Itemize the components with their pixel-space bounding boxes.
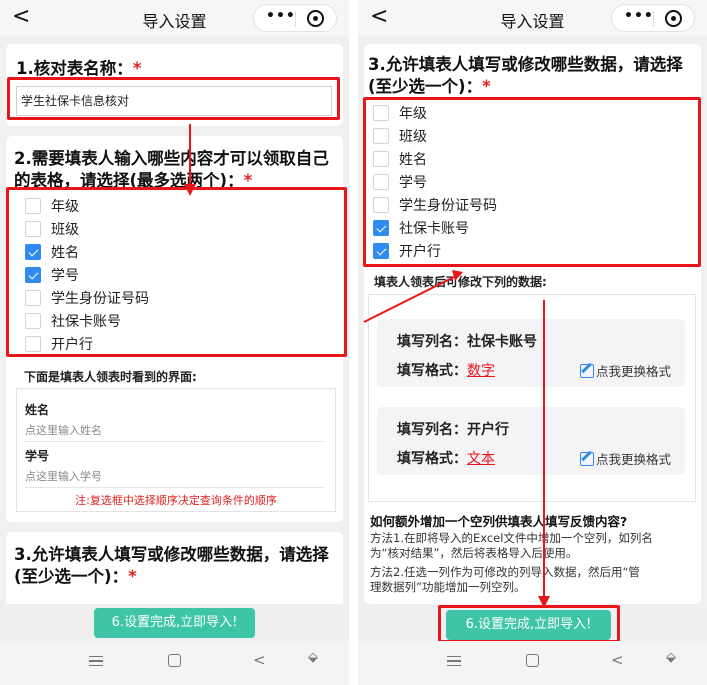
change-format-button[interactable]: 点我更换格式 [579, 449, 671, 468]
column-name: 社保卡账号 [467, 334, 537, 350]
nav-back-icon[interactable]: < [611, 652, 624, 668]
highlight-box-q3 [363, 97, 701, 267]
q2-title-line1: 2.需要填表人输入哪些内容才可以领取自己 [14, 149, 329, 168]
change-format-label: 点我更换格式 [595, 364, 671, 379]
mini-program-capsule: ••• [611, 4, 695, 32]
q1-title-text: 1.核对表名称： [16, 59, 133, 78]
help-method1-line1: 方法1.在即将导入的Excel文件中增加一个空列，如列名 [370, 531, 653, 545]
required-mark: * [128, 567, 137, 586]
q2-title: 2.需要填表人输入哪些内容才可以领取自己 的表格，请选择(最多选两个)：* [14, 148, 344, 192]
menu-icon[interactable] [447, 656, 461, 666]
q3-title-line2: (至少选一个)： [368, 77, 483, 96]
capsule-divider [653, 11, 654, 27]
top-bar: < 导入设置 ••• [0, 0, 349, 36]
preview-heading: 下面是填表人领表时看到的界面: [24, 370, 197, 384]
home-icon[interactable] [168, 654, 181, 667]
close-icon[interactable] [665, 10, 682, 27]
submit-import-button[interactable]: 6.设置完成,立即导入! [94, 608, 255, 638]
editable-heading: 填表人领表后可修改下列的数据: [374, 275, 547, 289]
bottom-action-bar: 6.设置完成,立即导入! [0, 604, 349, 641]
change-format-label: 点我更换格式 [595, 452, 671, 467]
more-icon[interactable]: ••• [266, 8, 296, 24]
q3-title-line2: (至少选一个)： [14, 567, 129, 586]
edit-icon [579, 452, 594, 466]
column-name-label: 填写列名： [397, 422, 467, 438]
help-method1-line2: 为“核对结果”，然后将表格导入后使用。 [370, 546, 578, 560]
column-name-label: 填写列名： [397, 334, 467, 350]
highlight-box-q1 [7, 77, 340, 120]
column-name-row: 填写列名：开户行 [397, 419, 509, 439]
column-card-bank: 填写列名：开户行 填写格式：文本 点我更换格式 [377, 407, 685, 475]
editable-columns-box: 填写列名：社保卡账号 填写格式：数字 点我更换格式 填写列名：开户行 填写格式：… [368, 294, 696, 502]
q3-card: 3.允许填表人填写或修改哪些数据，请选择 (至少选一个)：* 年级 [6, 532, 343, 612]
left-screen: < 导入设置 ••• 1.核对表名称：* 学生社保卡信息核对 2.需要填表人输入… [0, 0, 349, 685]
preview-box: 姓名 点这里输入姓名 学号 点这里输入学号 注:复选框中选择顺序决定查询条件的顺… [16, 388, 336, 512]
highlight-box-q2 [6, 187, 347, 357]
capsule-divider [295, 11, 296, 27]
column-card-social-card: 填写列名：社保卡账号 填写格式：数字 点我更换格式 [377, 319, 685, 387]
required-mark: * [482, 77, 491, 96]
column-name-row: 填写列名：社保卡账号 [397, 331, 537, 351]
mini-program-capsule: ••• [253, 4, 337, 32]
column-format-row: 填写格式：数字 [397, 360, 495, 380]
right-screen: < 导入设置 ••• 3.允许填表人填写或修改哪些数据，请选择 (至少选一个)：… [358, 0, 707, 685]
q3-title-line1: 3.允许填表人填写或修改哪些数据，请选择 [368, 55, 683, 74]
system-nav-bar: < ⬙ [0, 641, 349, 685]
edit-icon [579, 364, 594, 378]
column-format-label: 填写格式： [397, 363, 467, 379]
required-mark: * [132, 59, 142, 78]
close-icon[interactable] [307, 10, 324, 27]
help-method2-line1: 方法2.任选一列作为可修改的列导入数据，然后用“管 [370, 565, 640, 579]
preview-id-input[interactable]: 点这里输入学号 [25, 468, 325, 488]
hide-keyboard-icon[interactable]: ⬙ [308, 651, 318, 665]
top-bar: < 导入设置 ••• [358, 0, 707, 36]
preview-id-label: 学号 [25, 449, 50, 463]
column-format-link[interactable]: 文本 [467, 451, 495, 467]
preview-name-input[interactable]: 点这里输入姓名 [25, 422, 325, 442]
q3-title: 3.允许填表人填写或修改哪些数据，请选择 (至少选一个)：* [14, 544, 344, 588]
column-name: 开户行 [467, 422, 509, 438]
change-format-button[interactable]: 点我更换格式 [579, 361, 671, 380]
help-heading: 如何额外增加一个空列供填表人填写反馈内容? [370, 514, 628, 529]
home-icon[interactable] [526, 654, 539, 667]
column-format-link[interactable]: 数字 [467, 363, 495, 379]
help-method2-line2: 理数据列”功能增加一列空列。 [370, 580, 526, 594]
order-note: 注:复选框中选择顺序决定查询条件的顺序 [75, 494, 277, 507]
nav-back-icon[interactable]: < [253, 652, 266, 668]
column-format-row: 填写格式：文本 [397, 448, 495, 468]
preview-name-label: 姓名 [25, 403, 50, 417]
highlight-box-submit [438, 605, 620, 643]
hide-keyboard-icon[interactable]: ⬙ [666, 651, 676, 665]
q3-title-line1: 3.允许填表人填写或修改哪些数据，请选择 [14, 545, 329, 564]
more-icon[interactable]: ••• [624, 8, 654, 24]
column-format-label: 填写格式： [397, 451, 467, 467]
menu-icon[interactable] [89, 656, 103, 666]
q3-title: 3.允许填表人填写或修改哪些数据，请选择 (至少选一个)：* [368, 54, 700, 98]
help-text: 方法1.在即将导入的Excel文件中增加一个空列，如列名 为“核对结果”，然后将… [370, 531, 696, 595]
system-nav-bar: < ⬙ [358, 641, 707, 685]
